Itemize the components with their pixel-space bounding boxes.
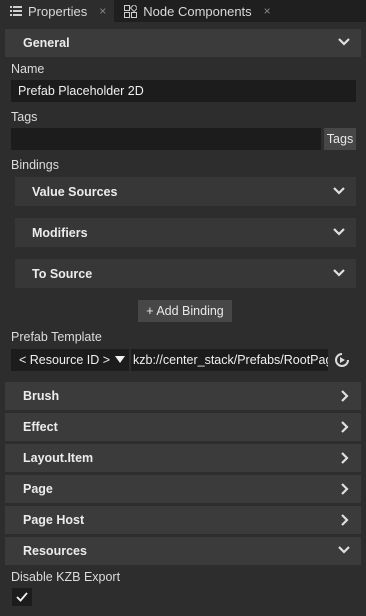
section-general-label: General xyxy=(23,36,70,50)
chevron-down-icon xyxy=(338,546,350,554)
section-layout-item-label: Layout.Item xyxy=(23,451,94,465)
chevron-right-icon xyxy=(341,483,349,495)
close-icon[interactable]: × xyxy=(264,4,271,18)
chevron-right-icon xyxy=(341,390,349,402)
chevron-down-icon xyxy=(333,187,345,195)
tab-properties-label: Properties xyxy=(28,3,88,19)
to-source-label: To Source xyxy=(32,266,93,281)
tags-button[interactable]: Tags xyxy=(324,128,356,150)
bindings-modifiers[interactable]: Modifiers xyxy=(15,218,356,247)
chevron-right-icon xyxy=(341,452,349,464)
section-effect[interactable]: Effect xyxy=(5,413,361,441)
dropdown-arrow-icon xyxy=(115,356,125,363)
close-icon[interactable]: × xyxy=(99,4,106,18)
chevron-down-icon xyxy=(333,228,345,236)
section-resources[interactable]: Resources xyxy=(5,537,361,565)
prefab-template-field[interactable]: kzb://center_stack/Prefabs/RootPage xyxy=(131,349,328,371)
node-components-icon xyxy=(124,4,138,18)
section-general[interactable]: General xyxy=(5,29,361,57)
tags-label: Tags xyxy=(11,110,38,124)
disable-kzb-export-checkbox[interactable] xyxy=(12,588,32,606)
tab-properties[interactable]: Properties × xyxy=(0,0,115,22)
section-page-host-label: Page Host xyxy=(23,513,85,527)
bindings-label: Bindings xyxy=(11,158,59,172)
name-label: Name xyxy=(11,62,45,76)
chevron-down-icon xyxy=(338,38,350,46)
go-to-resource-icon[interactable] xyxy=(334,352,350,368)
modifiers-label: Modifiers xyxy=(32,225,88,240)
section-brush-label: Brush xyxy=(23,389,60,403)
section-page-host[interactable]: Page Host xyxy=(5,506,361,534)
tab-node-components-label: Node Components xyxy=(143,3,252,19)
section-page[interactable]: Page xyxy=(5,475,361,503)
section-effect-label: Effect xyxy=(23,420,58,434)
disable-kzb-export-label: Disable KZB Export xyxy=(11,570,121,584)
bindings-value-sources[interactable]: Value Sources xyxy=(15,177,356,206)
checkmark-icon xyxy=(16,592,28,602)
prefab-template-label: Prefab Template xyxy=(11,330,102,344)
value-sources-label: Value Sources xyxy=(32,184,118,199)
tab-bar: Properties × Node Components × xyxy=(0,0,366,22)
section-layout-item[interactable]: Layout.Item xyxy=(5,444,361,472)
tags-field[interactable] xyxy=(11,128,321,150)
section-brush[interactable]: Brush xyxy=(5,382,361,410)
bindings-to-source[interactable]: To Source xyxy=(15,259,356,288)
resource-id-select-value: < Resource ID > xyxy=(19,353,111,367)
section-page-label: Page xyxy=(23,482,53,496)
resource-id-select[interactable]: < Resource ID > xyxy=(11,349,129,371)
chevron-right-icon xyxy=(341,421,349,433)
add-binding-button[interactable]: + Add Binding xyxy=(138,300,232,322)
name-field[interactable]: Prefab Placeholder 2D xyxy=(11,80,356,102)
list-icon xyxy=(10,6,22,16)
chevron-down-icon xyxy=(333,269,345,277)
section-resources-label: Resources xyxy=(23,544,87,558)
chevron-right-icon xyxy=(341,514,349,526)
tab-node-components[interactable]: Node Components × xyxy=(114,0,278,22)
